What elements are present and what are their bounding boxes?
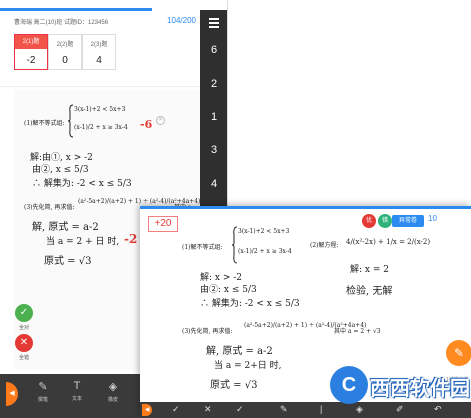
cross-icon: ✕: [15, 334, 33, 352]
work-line: 由②: x ≤ 5/3: [200, 285, 257, 295]
problem-3-score: -2: [124, 232, 138, 246]
pen-icon: ✎: [38, 381, 48, 393]
student-info: 曹海瑞 高二(10)班 试题ID：123456: [14, 20, 109, 26]
watermark-text: 西西软件园: [370, 378, 470, 400]
check-icon[interactable]: ✓: [172, 404, 180, 415]
work-line: ∴ 解集为: -2 < x ≤ 5/3: [32, 179, 132, 189]
work-line: 由②, x ≤ 5/3: [32, 165, 89, 175]
rail-number[interactable]: 1: [200, 111, 227, 123]
site-watermark: C 西西软件园: [330, 360, 470, 410]
pen-tool-button[interactable]: ✎ 撰笔: [28, 380, 58, 403]
watermark-logo-icon: C: [330, 366, 368, 404]
divider: [0, 86, 200, 87]
sound-icon[interactable]: ◀: [142, 404, 152, 416]
eraser-tool-button[interactable]: ◈ 橡皮: [98, 380, 128, 403]
question-tabs: 2(1)题 -2 2(2)题 0 2(3)题 4: [14, 34, 116, 70]
sound-icon[interactable]: ◀: [6, 382, 18, 406]
text-icon: T: [73, 380, 81, 392]
problem-1-title: (1)解不等式组:: [24, 120, 65, 127]
rail-number[interactable]: 3: [200, 144, 227, 156]
question-number-rail: 6 2 1 3 4: [200, 10, 227, 208]
all-wrong-button[interactable]: ✕ 全错: [11, 334, 37, 364]
problem-1-eq2: (x-1)/2 + x ≥ 3x-4: [74, 124, 128, 131]
problem-1-eq1: 3(x-1)+2 < 5x+3: [238, 228, 290, 235]
work-line: 原式 = √3: [44, 256, 92, 267]
rail-number[interactable]: 2: [200, 78, 227, 90]
work-line: 原式 = √3: [210, 380, 258, 391]
rail-number[interactable]: 4: [200, 178, 227, 190]
text-icon[interactable]: |: [320, 404, 322, 414]
problem-2-eq: 4/(x²-2x) + 1/x = 2/(x-2): [346, 238, 431, 246]
problem-1-eq1: 3(x-1)+2 < 5x+3: [74, 106, 126, 113]
text-tool-button[interactable]: T 文本: [62, 380, 92, 402]
work-line: 当 a = 2+日 时,: [214, 361, 282, 371]
work-line: 当 a = 2 + 日 时,: [46, 237, 120, 247]
all-correct-button[interactable]: ✓ 全对: [11, 304, 37, 334]
problem-3-title: (3)先化简, 再求值:: [24, 204, 75, 211]
tab-question-2-2[interactable]: 2(2)题 0: [48, 34, 82, 70]
work-line: 解, 原式 = a-2: [32, 222, 99, 233]
problem-3-tail: 其中 a = 2 + √3: [334, 328, 381, 335]
work-line: 解, 原式 = a-2: [206, 346, 273, 357]
problem-2-title: (2)解方程:: [310, 242, 339, 249]
problem-1-score: -6: [140, 118, 153, 131]
tab-question-2-3[interactable]: 2(3)题 4: [82, 34, 116, 70]
cross-icon[interactable]: ✕: [204, 404, 212, 415]
work-line: ∴ 解集为: -2 < x ≤ 5/3: [200, 299, 300, 309]
header-bar: 曹海瑞 高二(10)班 试题ID：123456 104/200: [0, 11, 200, 29]
work-line: 检验, 无解: [346, 286, 393, 297]
close-icon[interactable]: ×: [156, 116, 165, 125]
half-check-icon[interactable]: ✓: [236, 404, 244, 415]
check-icon: ✓: [15, 304, 33, 322]
pen-icon[interactable]: ✎: [280, 404, 288, 415]
menu-icon[interactable]: [209, 18, 219, 30]
problem-3-title: (3)先化简, 再求值:: [182, 328, 233, 335]
work-line: 解: x = 2: [350, 265, 389, 275]
paper-counter: 104/200: [167, 16, 196, 25]
eraser-icon: ◈: [108, 381, 118, 393]
problem-1-eq2: (x-1)/2 + x ≥ 3x-4: [238, 248, 292, 255]
tab-question-2-1[interactable]: 2(1)题 -2: [14, 34, 48, 70]
rail-number[interactable]: 6: [200, 44, 227, 56]
problem-1-title: (1)解不等式组:: [182, 244, 223, 251]
